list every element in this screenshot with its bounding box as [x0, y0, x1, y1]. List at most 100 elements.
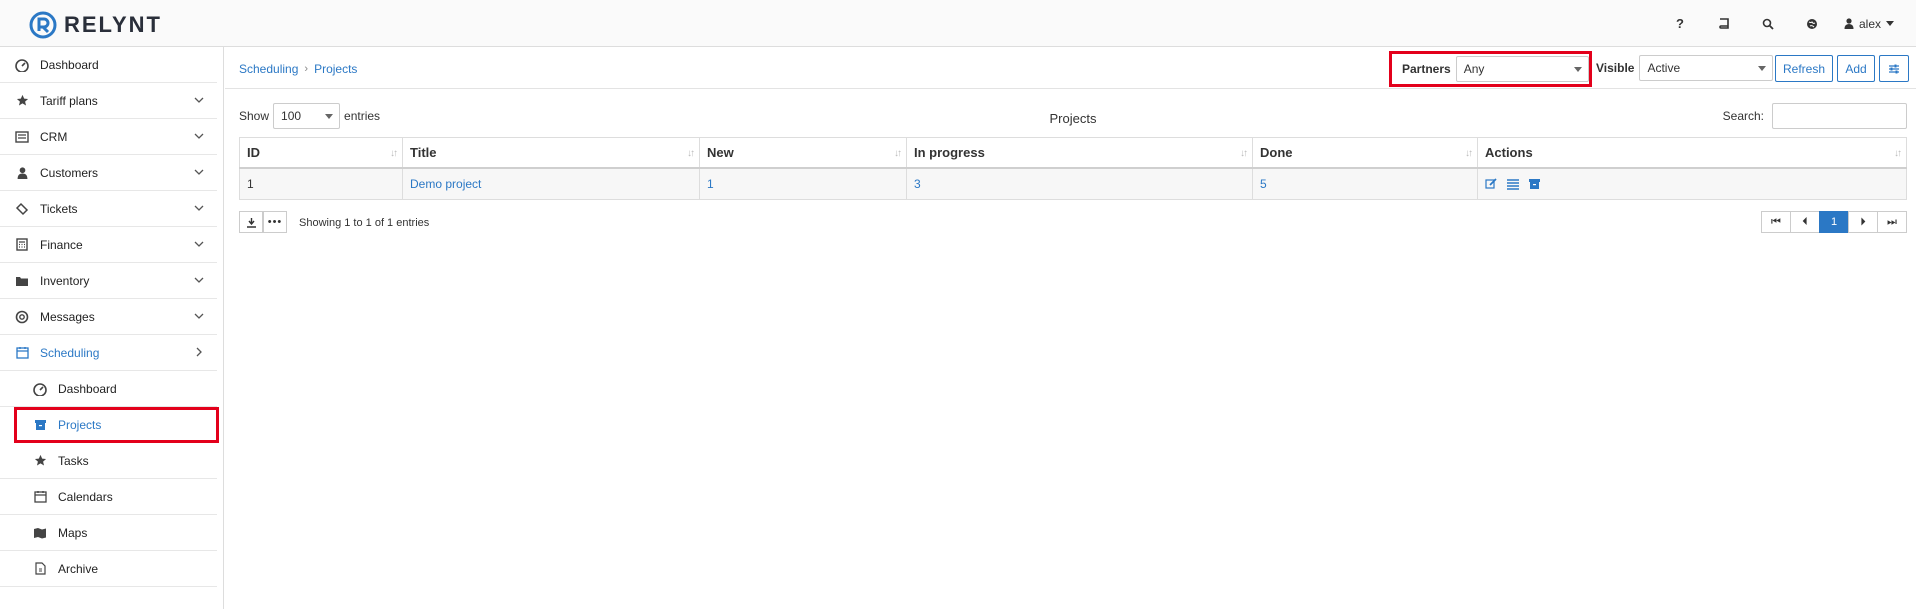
chevron-down-icon: [194, 313, 204, 319]
calendar-icon: [32, 489, 48, 505]
sidebar: Dashboard Tariff plans CRM Customers Tic…: [0, 47, 224, 609]
file-icon: [32, 561, 48, 577]
more-options-button[interactable]: •••: [263, 211, 287, 233]
sidebar-item-label: Calendars: [58, 489, 113, 504]
column-header-done[interactable]: Done ↓↑: [1252, 137, 1478, 169]
sidebar-item-crm[interactable]: CRM: [0, 119, 217, 155]
breadcrumb-current[interactable]: Projects: [314, 62, 357, 76]
column-label: Actions: [1485, 144, 1533, 160]
sidebar-item-scheduling[interactable]: Scheduling: [0, 335, 217, 371]
globe-icon[interactable]: [1790, 0, 1834, 47]
entries-select[interactable]: 100: [273, 103, 341, 129]
sidebar-subitem-archive[interactable]: Archive: [0, 551, 217, 587]
cell-done: 5: [1252, 167, 1478, 200]
breadcrumb-separator-icon: ›: [304, 63, 309, 75]
first-page-button[interactable]: ⏮: [1761, 211, 1791, 233]
previous-page-button[interactable]: ⏴: [1790, 211, 1820, 233]
logo[interactable]: RELYNT: [28, 10, 162, 40]
column-label: Done: [1260, 144, 1293, 160]
star-icon: [32, 453, 48, 469]
sidebar-item-label: Projects: [58, 417, 102, 432]
caret-down-icon: [1758, 66, 1767, 71]
dashboard-icon: [14, 57, 30, 73]
visible-select[interactable]: Active: [1639, 55, 1774, 81]
table-toolbar: Show 100 entries Projects Search:: [239, 103, 1907, 133]
column-label: ID: [247, 144, 260, 160]
add-button[interactable]: Add: [1837, 55, 1875, 82]
sidebar-item-tickets[interactable]: Tickets: [0, 191, 217, 227]
chevron-down-icon: [194, 205, 204, 211]
table-info: Showing 1 to 1 of 1 entries: [299, 217, 430, 229]
chevron-down-icon: [194, 277, 204, 283]
column-header-new[interactable]: New ↓↑: [699, 137, 907, 169]
refresh-button[interactable]: Refresh: [1775, 55, 1833, 82]
column-label: In progress: [914, 144, 985, 160]
sidebar-subitem-tasks[interactable]: Tasks: [0, 443, 217, 479]
ellipsis-icon: •••: [267, 215, 283, 228]
sort-icon: ↓↑: [1894, 148, 1902, 159]
pagination: ⏮ ⏴ 1 ⏵ ⏭: [1761, 211, 1907, 233]
sidebar-item-inventory[interactable]: Inventory: [0, 263, 217, 299]
sidebar-subitem-dashboard[interactable]: Dashboard: [0, 371, 217, 407]
settings-button[interactable]: [1879, 55, 1909, 82]
projects-table: ID ↓↑ Title ↓↑ New ↓↑ In progress ↓↑ Done ↓↑ …: [239, 137, 1907, 200]
chevron-down-icon: [194, 133, 204, 139]
sidebar-item-label: Customers: [40, 165, 99, 180]
cell-actions: [1477, 167, 1907, 200]
next-page-button[interactable]: ⏵: [1848, 211, 1878, 233]
sidebar-subitem-maps[interactable]: Maps: [0, 515, 217, 551]
page-header: Scheduling › Projects Partners Any Visib…: [225, 47, 1916, 89]
map-icon: [32, 525, 48, 541]
new-count-link[interactable]: 1: [707, 177, 714, 191]
page-button[interactable]: 1: [1819, 211, 1849, 233]
sidebar-item-messages[interactable]: Messages: [0, 299, 217, 335]
sidebar-item-label: Tickets: [40, 201, 78, 216]
list-icon[interactable]: [1506, 178, 1520, 190]
search-input[interactable]: [1772, 103, 1907, 129]
partners-select-value: Any: [1463, 62, 1485, 76]
project-title-link[interactable]: Demo project: [410, 177, 481, 191]
top-bar: RELYNT ? alex: [0, 0, 1916, 47]
show-label: Show: [239, 109, 270, 123]
edit-icon[interactable]: [1485, 177, 1498, 190]
table-search: Search:: [1723, 103, 1907, 129]
column-header-in-progress[interactable]: In progress ↓↑: [906, 137, 1253, 169]
relynt-logo-icon: [29, 11, 57, 39]
chevron-down-icon: [194, 97, 204, 103]
column-header-title[interactable]: Title ↓↑: [402, 137, 700, 169]
sidebar-item-tariff-plans[interactable]: Tariff plans: [0, 83, 217, 119]
search-icon[interactable]: [1746, 0, 1790, 47]
archive-box-icon[interactable]: [1528, 178, 1541, 190]
sidebar-item-customers[interactable]: Customers: [0, 155, 217, 191]
book-icon[interactable]: [1702, 0, 1746, 47]
chevron-right-icon: [196, 347, 202, 357]
breadcrumb: Scheduling › Projects: [239, 62, 357, 76]
visible-filter: Visible Active: [1596, 55, 1774, 81]
sidebar-item-label: CRM: [40, 129, 68, 144]
last-page-icon: ⏭: [1887, 215, 1897, 228]
help-icon[interactable]: ?: [1658, 0, 1702, 47]
partners-select[interactable]: Any: [1455, 56, 1589, 82]
last-page-button[interactable]: ⏭: [1877, 211, 1907, 233]
sidebar-subitem-projects[interactable]: Projects: [14, 407, 219, 443]
sidebar-item-label: Tasks: [58, 453, 89, 468]
column-header-id[interactable]: ID ↓↑: [239, 137, 403, 169]
sidebar-item-label: Maps: [58, 525, 88, 540]
in-progress-count-link[interactable]: 3: [914, 177, 921, 191]
sidebar-item-finance[interactable]: Finance: [0, 227, 217, 263]
archive-box-icon: [32, 417, 48, 433]
user-menu[interactable]: alex: [1834, 0, 1916, 47]
caret-down-icon: [325, 114, 334, 119]
column-label: New: [707, 144, 734, 160]
first-page-icon: ⏮: [1771, 215, 1781, 228]
next-page-icon: ⏵: [1860, 215, 1866, 228]
table-footer: ••• Showing 1 to 1 of 1 entries ⏮ ⏴ 1 ⏵ …: [239, 211, 1907, 235]
table-row: 1 Demo project 1 3 5: [239, 167, 1907, 200]
column-header-actions[interactable]: Actions ↓↑: [1477, 137, 1907, 169]
done-count-link[interactable]: 5: [1260, 177, 1267, 191]
sidebar-subitem-calendars[interactable]: Calendars: [0, 479, 217, 515]
export-button[interactable]: [239, 211, 263, 233]
brand-name: RELYNT: [64, 12, 162, 37]
sidebar-item-dashboard[interactable]: Dashboard: [0, 47, 217, 83]
breadcrumb-parent-link[interactable]: Scheduling: [239, 62, 298, 76]
